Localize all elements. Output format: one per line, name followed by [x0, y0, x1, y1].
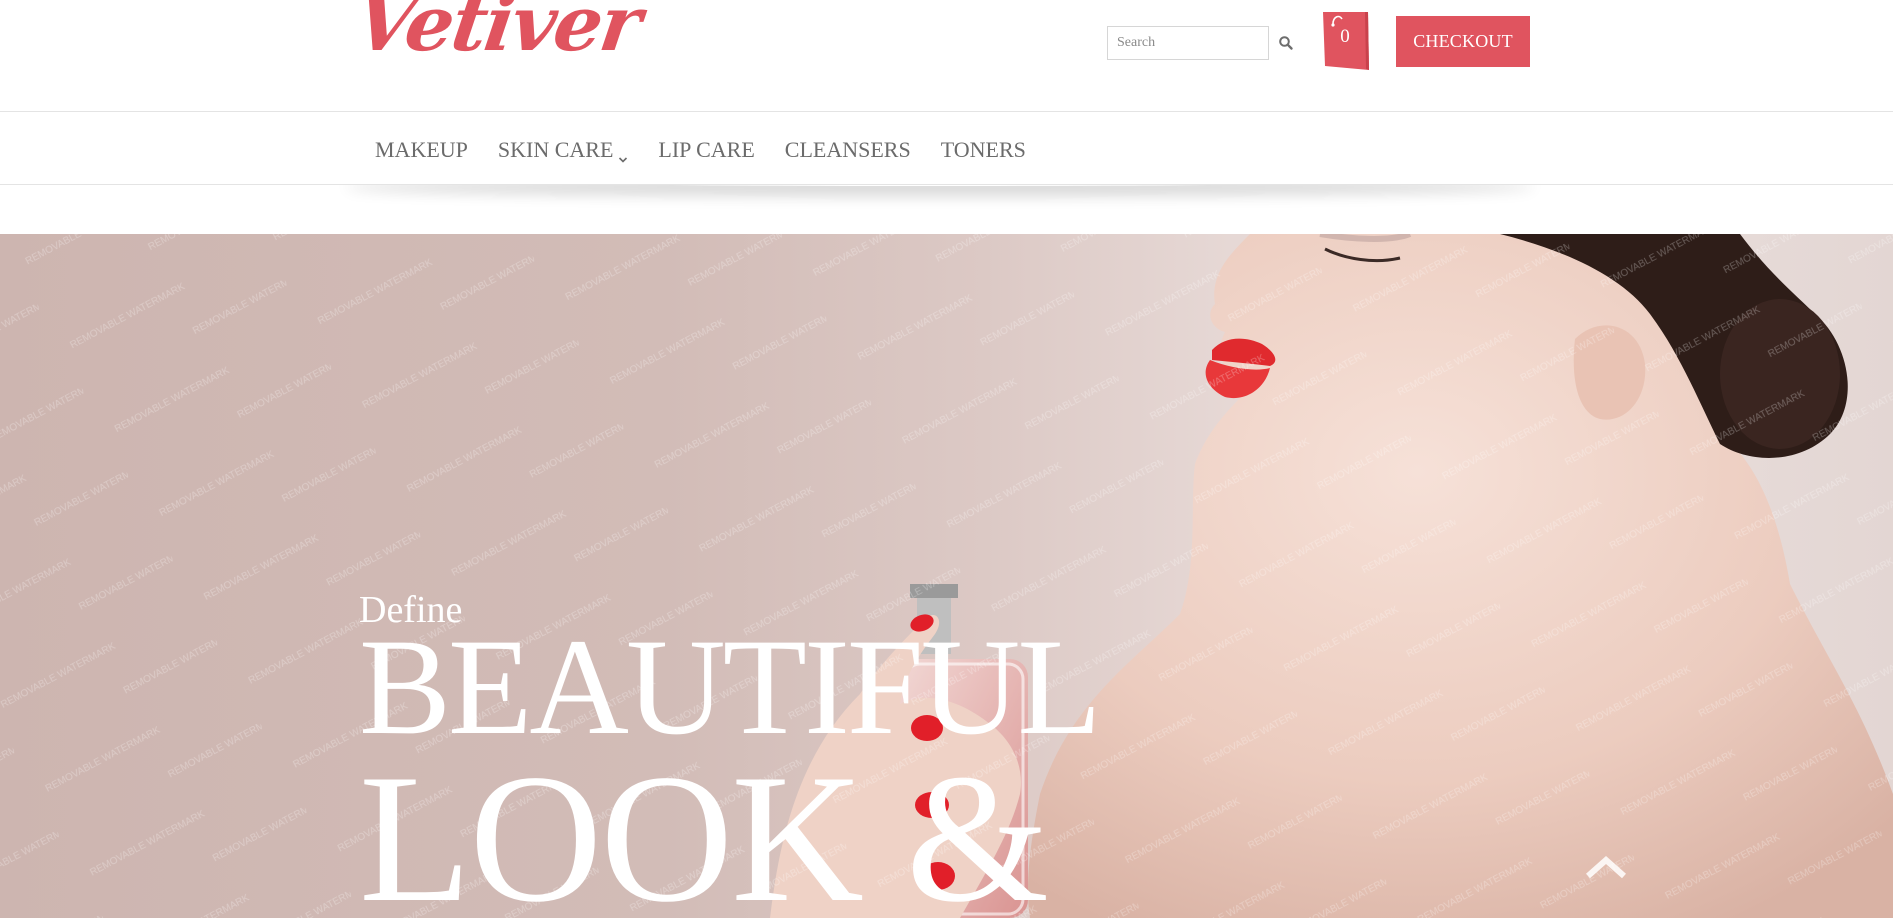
nav-item-label: LIP CARE [658, 137, 755, 162]
nav-item-label: MAKEUP [375, 137, 468, 162]
hero-headline-line2: LOOK & [359, 736, 1049, 918]
hero-banner: REMOVABLE WATERMARK REMOVABLE WATERMARK … [0, 234, 1893, 918]
search-input[interactable] [1107, 26, 1269, 60]
brand-logo[interactable]: Vetiver [350, 0, 645, 68]
nav-item-lip-care[interactable]: LIP CARE [658, 137, 754, 163]
site-header: Vetiver 0 CHECKOUT [0, 0, 1893, 111]
checkout-button[interactable]: CHECKOUT [1396, 16, 1530, 67]
nav-item-cleansers[interactable]: CLEANSERS [785, 137, 911, 163]
cart-button[interactable]: 0 [1321, 8, 1371, 72]
nav-item-label: TONERS [940, 137, 1026, 162]
nav-item-skin-care[interactable]: SKIN CARE [498, 137, 629, 163]
nav-list: MAKEUP SKIN CARE LIP CARE CLEANSERS TONE… [375, 137, 1056, 163]
main-nav: MAKEUP SKIN CARE LIP CARE CLEANSERS TONE… [0, 111, 1893, 185]
chevron-down-icon [618, 145, 628, 163]
nav-item-makeup[interactable]: MAKEUP [375, 137, 468, 163]
nav-item-toners[interactable]: TONERS [941, 137, 1026, 163]
search-icon[interactable] [1278, 35, 1294, 51]
nav-item-label: SKIN CARE [497, 137, 614, 162]
chevron-up-icon[interactable] [1584, 852, 1628, 880]
cart-count: 0 [1340, 26, 1350, 47]
nav-item-label: CLEANSERS [784, 137, 911, 162]
